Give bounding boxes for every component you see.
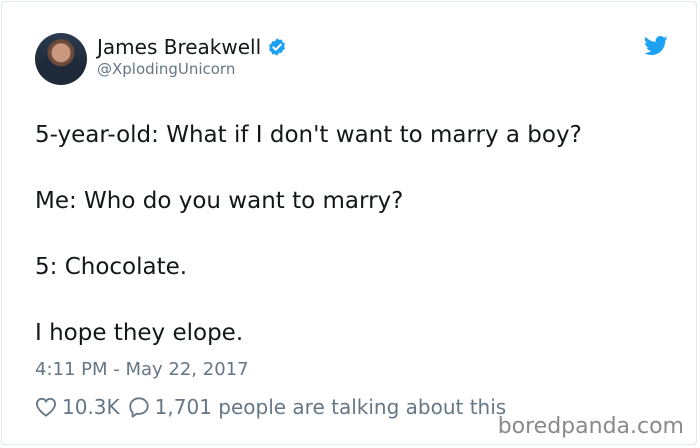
- speech-bubble-icon[interactable]: [128, 396, 150, 418]
- heart-icon[interactable]: [35, 397, 57, 417]
- tweet-card: James Breakwell @XplodingUnicorn 5-year-…: [1, 1, 697, 445]
- watermark: boredpanda.com: [497, 414, 684, 439]
- author-name-row[interactable]: James Breakwell: [97, 35, 287, 59]
- verified-badge-icon: [269, 38, 286, 56]
- tweet-line: 5-year-old: What if I don't want to marr…: [35, 122, 582, 148]
- tweet-line: 5: Chocolate.: [35, 254, 188, 280]
- tweet-actions: 10.3K 1,701 people are talking about thi…: [35, 395, 506, 419]
- tweet-line: I hope they elope.: [35, 320, 244, 346]
- like-count[interactable]: 10.3K: [62, 395, 120, 419]
- talking-count[interactable]: 1,701 people are talking about this: [155, 395, 507, 419]
- author-display-name[interactable]: James Breakwell: [97, 35, 261, 59]
- tweet-line: Me: Who do you want to marry?: [35, 188, 404, 214]
- author-handle[interactable]: @XplodingUnicorn: [97, 60, 235, 78]
- tweet-text: 5-year-old: What if I don't want to marr…: [35, 119, 675, 350]
- avatar[interactable]: [35, 33, 87, 85]
- tweet-timestamp[interactable]: 4:11 PM - May 22, 2017: [35, 359, 249, 380]
- twitter-bird-icon[interactable]: [644, 36, 668, 56]
